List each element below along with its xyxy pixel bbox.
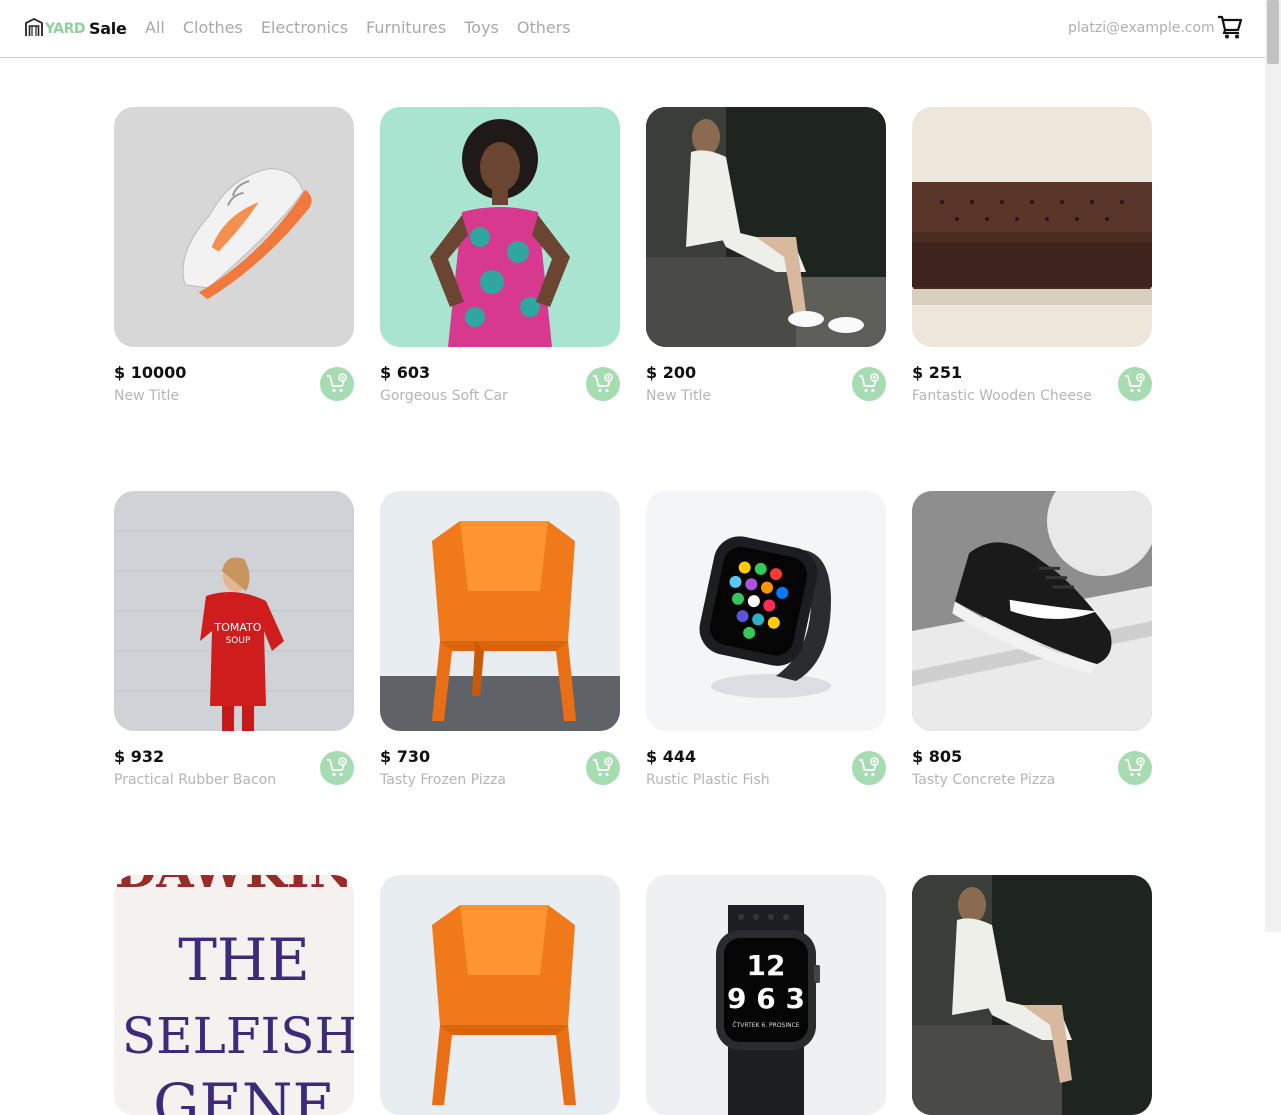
add-to-cart-icon — [1125, 757, 1145, 777]
product-card[interactable]: $ 805 Tasty Concrete Pizza — [912, 491, 1152, 791]
product-card[interactable]: $ 444 Rustic Plastic Fish — [646, 491, 886, 791]
category-nav: All Clothes Electronics Furnitures Toys … — [145, 18, 571, 38]
product-image[interactable] — [380, 491, 620, 731]
scrollbar-thumb[interactable] — [1267, 0, 1279, 64]
product-card[interactable]: $ 251 Fantastic Wooden Cheese — [912, 107, 1152, 407]
product-title: Gorgeous Soft Car — [380, 388, 508, 404]
add-to-cart-icon — [327, 373, 347, 393]
book-cover-text: THE — [178, 926, 310, 994]
add-to-cart-button[interactable] — [852, 751, 886, 785]
add-to-cart-button[interactable] — [586, 367, 620, 401]
product-title: Rustic Plastic Fish — [646, 772, 770, 788]
add-to-cart-icon — [593, 757, 613, 777]
add-to-cart-icon — [859, 757, 879, 777]
watch-face-text: ČTVRTEK 6. PROSINCE — [732, 1022, 799, 1029]
product-image[interactable]: DAWKIN THE SELFISH GENE — [114, 875, 354, 1115]
product-price: $ 200 — [646, 363, 697, 382]
product-image[interactable]: TOMATO SOUP — [114, 491, 354, 731]
product-card[interactable] — [912, 875, 1152, 1115]
product-image[interactable] — [380, 107, 620, 347]
logo-text-sale: Sale — [89, 19, 127, 38]
nav-item-toys[interactable]: Toys — [464, 18, 499, 38]
product-card[interactable]: 12 9 6 3 ČTVRTEK 6. PROSINCE — [646, 875, 886, 1115]
add-to-cart-button[interactable] — [586, 751, 620, 785]
book-cover-text: DAWKIN — [115, 875, 353, 899]
product-image[interactable] — [912, 875, 1152, 1115]
add-to-cart-icon — [327, 757, 347, 777]
add-to-cart-button[interactable] — [320, 751, 354, 785]
user-email[interactable]: platzi@example.com — [1068, 19, 1215, 37]
watch-face-text: 12 — [747, 949, 786, 982]
add-to-cart-button[interactable] — [1118, 751, 1152, 785]
add-to-cart-button[interactable] — [852, 367, 886, 401]
add-to-cart-icon — [859, 373, 879, 393]
product-title: Practical Rubber Bacon — [114, 772, 277, 788]
product-grid: $ 10000 New Title $ 603 Gorgeous Soft Ca… — [114, 107, 1152, 1115]
product-image[interactable] — [380, 875, 620, 1115]
product-price: $ 444 — [646, 747, 697, 766]
book-cover-text: GENE — [153, 1071, 335, 1115]
scrollbar-track[interactable] — [1265, 0, 1281, 932]
nav-item-electronics[interactable]: Electronics — [261, 18, 348, 38]
product-price: $ 805 — [912, 747, 963, 766]
product-image[interactable] — [114, 107, 354, 347]
product-price: $ 10000 — [114, 363, 187, 382]
svg-text:SOUP: SOUP — [226, 636, 251, 646]
product-card[interactable]: $ 200 New Title — [646, 107, 886, 407]
nav-item-others[interactable]: Others — [517, 18, 571, 38]
product-card[interactable]: $ 603 Gorgeous Soft Car — [380, 107, 620, 407]
product-price: $ 730 — [380, 747, 431, 766]
product-image[interactable] — [912, 491, 1152, 731]
product-image[interactable] — [646, 491, 886, 731]
product-image[interactable] — [646, 107, 886, 347]
product-card[interactable]: DAWKIN THE SELFISH GENE — [114, 875, 354, 1115]
logo[interactable]: YARD Sale — [24, 17, 127, 39]
product-price: $ 603 — [380, 363, 431, 382]
nav-item-all[interactable]: All — [145, 18, 165, 38]
product-card[interactable]: TOMATO SOUP $ 932 Practical Rubber Bacon — [114, 491, 354, 791]
book-cover-text: SELFISH — [122, 1007, 354, 1065]
top-navbar: YARD Sale All Clothes Electronics Furnit… — [0, 0, 1265, 58]
nav-item-clothes[interactable]: Clothes — [183, 18, 243, 38]
product-card[interactable]: $ 730 Tasty Frozen Pizza — [380, 491, 620, 791]
shopping-cart-icon[interactable] — [1217, 14, 1243, 40]
product-title: New Title — [114, 388, 179, 404]
watch-face-text: 9 6 3 — [727, 982, 805, 1015]
product-image[interactable]: 12 9 6 3 ČTVRTEK 6. PROSINCE — [646, 875, 886, 1115]
storefront-icon — [25, 18, 43, 36]
nav-item-furnitures[interactable]: Furnitures — [366, 18, 446, 38]
logo-text-yard: YARD — [45, 21, 86, 37]
product-title: Fantastic Wooden Cheese — [912, 388, 1092, 404]
product-image[interactable] — [912, 107, 1152, 347]
product-card[interactable] — [380, 875, 620, 1115]
add-to-cart-icon — [593, 373, 613, 393]
product-title: Tasty Concrete Pizza — [912, 772, 1056, 788]
svg-text:TOMATO: TOMATO — [214, 621, 262, 634]
add-to-cart-button[interactable] — [1118, 367, 1152, 401]
product-title: Tasty Frozen Pizza — [380, 772, 506, 788]
product-card[interactable]: $ 10000 New Title — [114, 107, 354, 407]
product-price: $ 932 — [114, 747, 165, 766]
add-to-cart-button[interactable] — [320, 367, 354, 401]
product-price: $ 251 — [912, 363, 963, 382]
add-to-cart-icon — [1125, 373, 1145, 393]
product-title: New Title — [646, 388, 711, 404]
